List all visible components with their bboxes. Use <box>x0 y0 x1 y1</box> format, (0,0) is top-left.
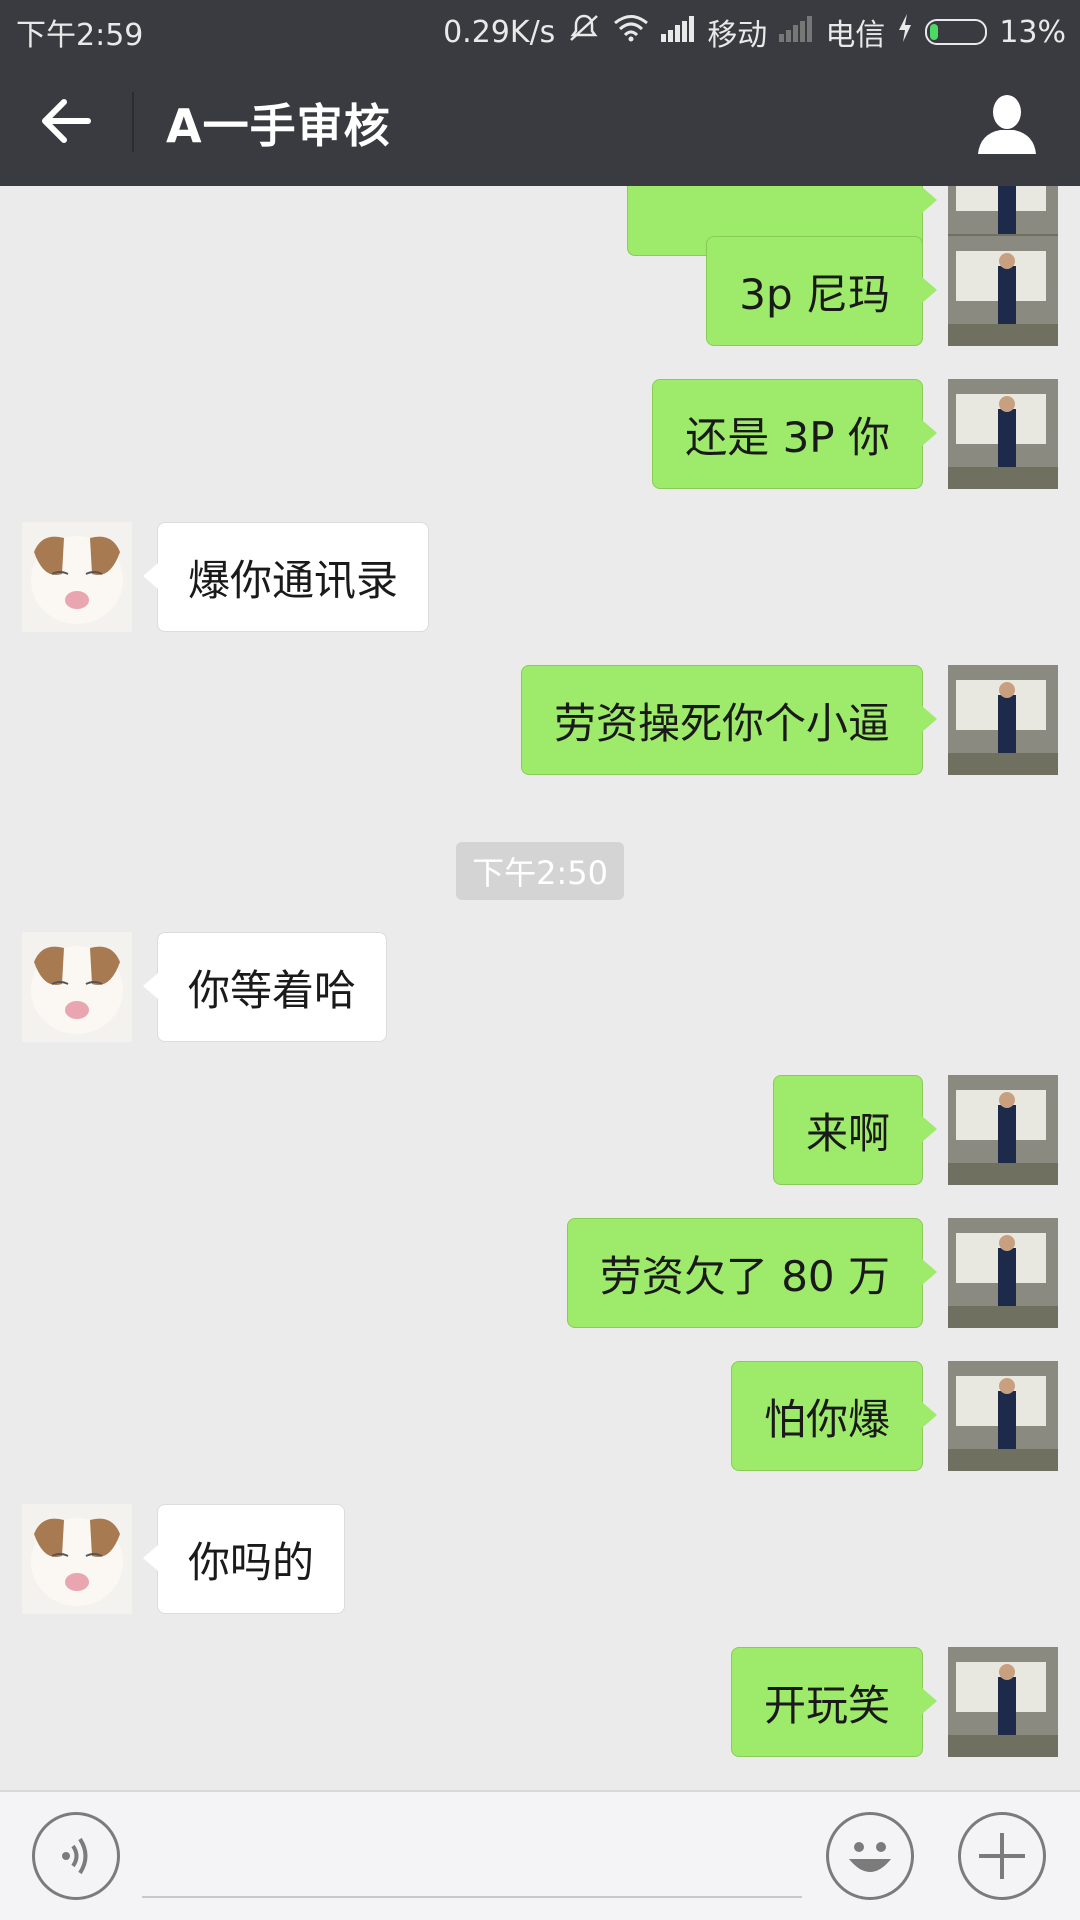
wifi-icon <box>613 14 649 50</box>
avatar-contact[interactable] <box>22 522 132 632</box>
status-bar: 下午2:59 0.29K/s 移动 电信 13% <box>0 0 1080 56</box>
avatar-me[interactable] <box>948 665 1058 775</box>
timestamp: 下午2:50 <box>456 842 624 900</box>
avatar-me[interactable] <box>948 379 1058 489</box>
status-time: 下午2:59 <box>16 18 144 53</box>
message-bubble[interactable]: 3p 尼玛 <box>706 236 937 346</box>
mute-icon <box>567 13 601 51</box>
profile-button[interactable] <box>972 88 1042 158</box>
voice-icon <box>62 1837 88 1875</box>
message-bubble[interactable]: 劳资操死你个小逼 <box>520 665 938 775</box>
header-divider <box>132 92 134 152</box>
chat-area[interactable]: 3p 尼玛 还是 3P 你 爆你通讯录 劳资操死你个小逼 下午2:50 你等着哈 <box>0 186 1080 1790</box>
message-bubble[interactable]: 你等着哈 <box>142 932 388 1042</box>
battery-level: 13% <box>999 14 1066 50</box>
signal-weak-icon <box>779 15 813 50</box>
back-button[interactable] <box>32 86 102 156</box>
input-bar <box>0 1790 1080 1920</box>
message-bubble[interactable]: 开玩笑 <box>730 1647 938 1757</box>
carrier-2: 电信 <box>825 18 886 53</box>
title-bar: A一手审核 <box>0 56 1080 186</box>
voice-button[interactable] <box>32 1812 120 1900</box>
avatar-me[interactable] <box>948 236 1058 346</box>
battery-icon <box>925 19 988 45</box>
avatar-contact[interactable] <box>22 932 132 1042</box>
arrow-left-icon <box>42 99 91 143</box>
avatar-me[interactable] <box>948 1361 1058 1471</box>
avatar-me[interactable] <box>948 1647 1058 1757</box>
avatar-me[interactable] <box>948 1075 1058 1185</box>
signal-icon <box>661 15 695 50</box>
message-bubble[interactable]: 劳资欠了 80 万 <box>566 1218 938 1328</box>
chat-title: A一手审核 <box>166 99 391 153</box>
emoji-icon <box>849 1842 891 1872</box>
avatar-me[interactable] <box>948 1218 1058 1328</box>
more-button[interactable] <box>958 1812 1046 1900</box>
message-bubble[interactable]: 你吗的 <box>142 1504 346 1614</box>
net-speed: 0.29K/s <box>443 14 556 50</box>
avatar-contact[interactable] <box>22 1504 132 1614</box>
person-icon <box>978 95 1036 154</box>
emoji-button[interactable] <box>826 1812 914 1900</box>
message-input[interactable] <box>142 1838 802 1898</box>
plus-icon <box>979 1833 1025 1879</box>
carrier-1: 移动 <box>707 18 768 53</box>
message-bubble[interactable]: 爆你通讯录 <box>142 522 430 632</box>
charging-icon <box>897 14 913 50</box>
message-bubble[interactable]: 还是 3P 你 <box>652 379 937 489</box>
status-right-group: 0.29K/s 移动 电信 13% <box>443 10 1066 54</box>
message-bubble[interactable]: 来啊 <box>772 1075 938 1185</box>
message-bubble[interactable]: 怕你爆 <box>730 1361 938 1471</box>
